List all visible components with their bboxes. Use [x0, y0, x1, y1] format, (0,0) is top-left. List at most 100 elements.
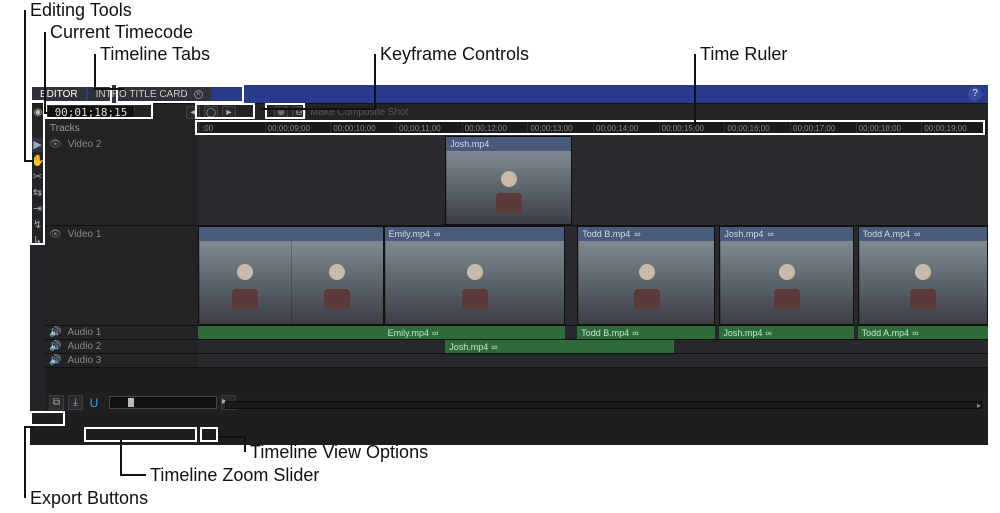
track-lane[interactable]: Josh.mp4	[198, 136, 988, 225]
annotation-keyframe-controls: Keyframe Controls	[380, 44, 529, 65]
video-track: 👁 Video 2 Josh.mp4	[45, 136, 988, 226]
speaker-icon[interactable]: 🔊	[49, 355, 61, 366]
track-label[interactable]: 🔊 Audio 1	[45, 326, 198, 339]
annotation-current-timecode: Current Timecode	[50, 22, 193, 43]
eye-icon[interactable]: 👁	[49, 139, 62, 150]
keyframe-next-button[interactable]: ►	[222, 106, 236, 119]
video-clip[interactable]: Josh.mp4 ∞	[719, 226, 853, 325]
tracks-header-label: Tracks	[30, 120, 198, 136]
track-lane[interactable]: Emily.mp4 ∞ Todd B.mp4 ∞ Josh.mp4 ∞ Todd…	[198, 326, 988, 339]
link-icon: ∞	[912, 328, 918, 338]
current-timecode[interactable]: 00;01;18;15	[47, 105, 135, 119]
ruler-tick: 00;00;13;00	[527, 121, 593, 135]
scroll-right-icon[interactable]: ▸	[974, 401, 984, 409]
track-lane[interactable]: Emily.mp4 ∞ Todd B.mp4 ∞ Josh.mp4 ∞ Todd…	[198, 226, 988, 325]
tracks-area: 👁 Video 2 Josh.mp4 👁 Video 1 Em	[45, 136, 988, 412]
eye-icon[interactable]: 👁	[49, 229, 62, 240]
timeline-body: ▶ ✋ ✂ ⇆ ⇥ ↯ ↳ 👁 Video 2 Josh.mp4	[30, 136, 988, 412]
timecode-row: ◉ 00;01;18;15 ◄ ◯ ► ⊕ ⊖ Make Composite S…	[30, 103, 988, 120]
video-clip[interactable]: Todd B.mp4 ∞	[577, 226, 715, 325]
clip-label: Josh.mp4	[723, 328, 762, 338]
time-ruler[interactable]: :00 00;00;09;00 00;00;10;00 00;00;11;00 …	[198, 120, 988, 136]
clip-label: Emily.mp4	[388, 328, 429, 338]
annotation-export-buttons: Export Buttons	[30, 488, 148, 509]
rate-tool-icon[interactable]: ↯	[31, 218, 44, 232]
video-clip[interactable]: Todd A.mp4 ∞	[858, 226, 988, 325]
select-tool-icon[interactable]: ▶	[31, 138, 44, 152]
audio-clip[interactable]: Emily.mp4 ∞	[384, 326, 566, 339]
leader-line	[44, 32, 46, 112]
ruler-tick: 00;00;11;00	[396, 121, 462, 135]
track-name: Video 1	[68, 229, 102, 240]
keyframe-controls: ◄ ◯ ► ⊕ ⊖ Make Composite Shot	[136, 104, 988, 120]
tracks-header-row: Tracks :00 00;00;09;00 00;00;10;00 00;00…	[30, 120, 988, 136]
audio-clip[interactable]	[198, 326, 384, 339]
track-label[interactable]: 👁 Video 1	[45, 226, 198, 325]
annotation-time-ruler: Time Ruler	[700, 44, 787, 65]
audio-clip[interactable]: Josh.mp4 ∞	[719, 326, 853, 339]
ruler-tick: 00;00;17;00	[790, 121, 856, 135]
horizontal-scrollbar[interactable]: ◂ ▸	[225, 401, 982, 409]
export-button[interactable]: ⤓	[68, 395, 83, 410]
snap-tool-icon[interactable]: ↳	[31, 234, 44, 248]
link-icon: ∞	[432, 328, 438, 338]
snap-toggle-icon[interactable]: U	[87, 396, 101, 410]
ruler-tick: 00;00;14;00	[593, 121, 659, 135]
track-label[interactable]: 🔊 Audio 3	[45, 354, 198, 367]
slip-tool-icon[interactable]: ⇆	[31, 186, 44, 200]
tab-label: INTRO TITLE CARD	[96, 89, 188, 100]
ripple-tool-icon[interactable]: ⇥	[31, 202, 44, 216]
audio-track: 🔊 Audio 1 Emily.mp4 ∞ Todd B.mp4 ∞ Josh.m…	[45, 326, 988, 340]
callout-box-zoom-slider	[84, 427, 197, 442]
video-track: 👁 Video 1 Emily.mp4 ∞ Todd B.mp4 ∞ Josh.…	[45, 226, 988, 326]
ruler-tick: 00;00;10;00	[330, 121, 396, 135]
track-lane[interactable]	[198, 354, 988, 367]
annotation-editing-tools: Editing Tools	[30, 0, 132, 21]
speaker-icon[interactable]: 🔊	[49, 341, 61, 352]
close-icon[interactable]: ✕	[194, 90, 203, 99]
video-clip[interactable]: Josh.mp4	[445, 136, 571, 225]
audio-clip[interactable]: Josh.mp4 ∞	[445, 340, 674, 353]
annotation-timeline-zoom-slider: Timeline Zoom Slider	[150, 465, 319, 486]
ruler-tick: 00;00;18;00	[856, 121, 922, 135]
clip-label: Josh.mp4	[724, 229, 763, 239]
keyframe-add-button[interactable]: ◯	[204, 106, 218, 119]
help-button[interactable]: ?	[968, 87, 982, 101]
track-name: Audio 1	[67, 327, 101, 338]
track-label[interactable]: 🔊Audio 2	[45, 340, 198, 353]
clip-label: Josh.mp4	[449, 342, 488, 352]
ruler-tick: 00;00;16;00	[724, 121, 790, 135]
ruler-tick: 00;00;15;00	[659, 121, 725, 135]
slice-tool-icon[interactable]: ✂	[31, 170, 44, 184]
scroll-track[interactable]	[225, 401, 982, 409]
video-clip[interactable]: Emily.mp4 ∞	[384, 226, 566, 325]
leader-line	[94, 88, 124, 90]
leader-line	[244, 436, 246, 452]
zoom-handle[interactable]	[128, 398, 134, 407]
ruler-tick: 00;00;19;00	[921, 121, 987, 135]
timeline-zoom-slider[interactable]	[109, 396, 217, 409]
annotation-timeline-tabs: Timeline Tabs	[100, 44, 210, 65]
speaker-icon[interactable]: 🔊	[49, 327, 61, 338]
track-label[interactable]: 👁 Video 2	[45, 136, 198, 225]
track-name: Video 2	[68, 139, 102, 150]
track-name: Audio 3	[67, 355, 101, 366]
track-lane[interactable]: Josh.mp4 ∞	[198, 340, 988, 353]
link-icon: ∞	[634, 229, 640, 239]
link-icon: ∞	[491, 342, 497, 352]
leader-line	[218, 436, 246, 438]
leader-line	[44, 112, 56, 114]
audio-track: 🔊Audio 2 Josh.mp4 ∞	[45, 340, 988, 354]
timeline-footer: ⧉ ⤓ U ▸ ◂ ▸	[45, 393, 988, 412]
audio-clip[interactable]: Todd B.mp4 ∞	[577, 326, 715, 339]
video-clip[interactable]	[198, 226, 384, 325]
audio-clip[interactable]: Todd A.mp4 ∞	[858, 326, 988, 339]
ruler-tick: :00	[199, 121, 265, 135]
leader-line	[120, 440, 122, 474]
export-button[interactable]: ⧉	[49, 395, 64, 410]
annotation-timeline-view-options: Timeline View Options	[250, 442, 428, 463]
tab-editor[interactable]: EDITOR	[32, 85, 86, 103]
keyframe-prev-button[interactable]: ◄	[186, 106, 200, 119]
leader-line	[374, 54, 376, 108]
audio-track: 🔊 Audio 3	[45, 354, 988, 368]
